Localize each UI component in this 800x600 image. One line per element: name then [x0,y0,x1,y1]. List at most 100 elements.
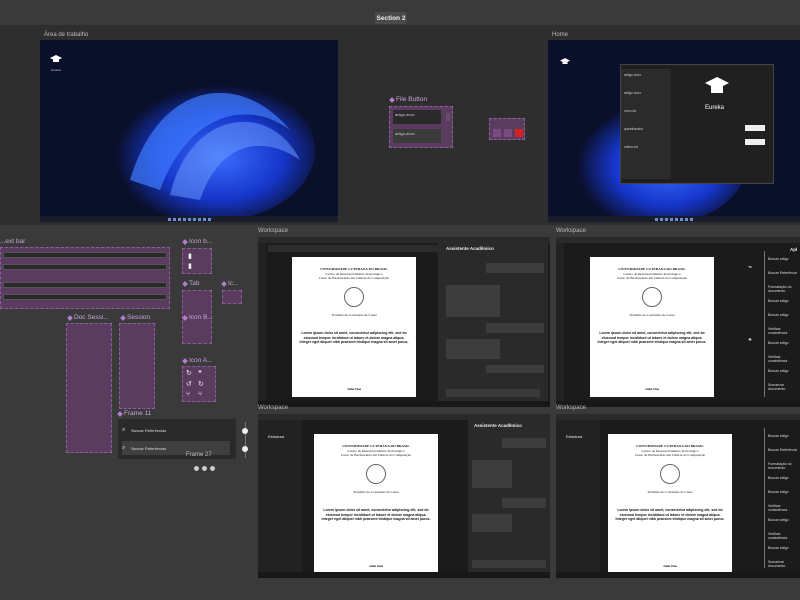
area-trabalho-frame[interactable]: Eureka [40,40,338,222]
structure-title: Estrutura [268,434,285,439]
text-toolbar[interactable] [3,282,167,288]
action-item[interactable]: Buscar artigo [768,341,789,345]
action-item[interactable]: Formatação do documento [768,462,800,470]
undo-icon[interactable]: ↺ [186,380,192,388]
list-item[interactable]: ultimo.txt [624,145,638,149]
doc-course: Curso de Bacharelado em Ciência da Compu… [340,453,412,457]
icon-button[interactable]: ▮ [188,262,192,270]
assistant-panel: Assistente Acadêmico [468,420,550,572]
structure-panel: Estrutura [258,420,302,572]
open-button[interactable] [745,125,765,131]
taskbar [556,401,800,407]
university-seal-icon [642,286,662,307]
chat-input[interactable] [446,389,540,397]
slider-thumb[interactable] [242,428,248,434]
more-icon[interactable] [446,113,450,121]
document-page: UNIVERSIDADE LUTERANA DO BRASIL Centro d… [292,257,416,397]
file-button[interactable]: artigo.docx [393,110,441,124]
home-frame[interactable]: artigo.docx artigo.docx novo.txt questio… [548,40,800,222]
refresh-icon[interactable]: ↻ [186,369,192,377]
list-item[interactable]: artigo.docx [624,73,641,77]
dot-icon[interactable] [202,466,207,471]
icon-variant[interactable] [504,129,512,137]
list-item[interactable]: questionário [624,127,643,131]
doc-author: John Doe [662,563,678,568]
action-item[interactable]: Formatação do documento [768,285,800,293]
university-seal-icon [660,463,680,484]
action-item[interactable]: Verificar consistência [768,532,800,540]
action-item[interactable]: Buscar Referência [768,271,797,275]
eureka-desktop-icon[interactable]: Eureka [50,50,62,72]
attach-icon[interactable]: ⌁ [748,263,752,271]
action-item[interactable]: Verificar consistência [768,355,800,363]
search-result[interactable]: ⌕ Buscar Referências [122,423,230,437]
assistant-title: Assistente Acadêmico [446,246,494,251]
text-toolbar[interactable] [3,264,167,270]
list-item[interactable]: novo.txt [624,109,636,113]
slider-thumb[interactable] [242,446,248,452]
action-item[interactable]: Buscar artigo [768,313,789,317]
frame-label-workspace: Workspace [556,228,586,234]
frame-label-session: Session [120,314,150,321]
file-button[interactable]: artigo.docx [393,129,441,143]
format-toolbar[interactable] [268,245,438,252]
assistant-title: Assistente Acadêmico [474,423,522,428]
workspace-frame[interactable]: UNIVERSIDADE LUTERANA DO BRASIL Centro d… [556,237,800,407]
dot-icon[interactable] [194,466,199,471]
new-button[interactable] [745,139,765,145]
workspace-frame[interactable]: Estrutura UNIVERSIDADE LUTERANA DO BRASI… [556,414,800,578]
icon-a-frame: ↻ ❝ ↺ ↻ ⑂ ⑂ [182,366,216,402]
branch-icon[interactable]: ⑂ [186,391,190,398]
action-item[interactable]: Buscar artigo [768,434,789,438]
search-result-title: Buscar Referências [131,445,167,451]
dot-icon[interactable] [210,466,215,471]
panel-title: Apl [790,247,798,252]
workspace-frame[interactable]: Estrutura UNIVERSIDADE LUTERANA DO BRASI… [258,414,550,578]
action-item[interactable]: Verificar consistência [768,327,800,335]
graduation-cap-icon [50,55,62,62]
taskbar [548,216,800,222]
icon-variants-frame [489,118,525,140]
action-item[interactable]: Sumarizar documento [768,560,800,568]
action-item[interactable]: Buscar artigo [768,257,789,261]
eureka-desktop-icon[interactable] [560,52,570,70]
frame11: ⌕ Buscar Referências ⌕ Buscar Referência… [118,419,236,459]
action-item[interactable]: Buscar artigo [768,299,789,303]
action-item[interactable]: Buscar artigo [768,490,789,494]
action-item[interactable]: Sumarizar documento [768,383,800,391]
redo-icon[interactable]: ↻ [198,380,204,388]
dot-icons [194,466,215,471]
doc-author: John Doe [644,386,660,391]
frame-label-icon-b2: Icon B... [182,314,213,321]
action-item[interactable]: Buscar Referência [768,448,797,452]
workspace-frame[interactable]: UNIVERSIDADE LUTERANA DO BRASIL Centro d… [258,237,550,407]
icon-variant[interactable] [493,129,501,137]
quote-icon[interactable]: ❝ [198,369,202,377]
frame-label-tab: Tab [182,280,199,287]
document-page: UNIVERSIDADE LUTERANA DO BRASIL Centro d… [314,434,438,574]
structure-panel: Estrutura [556,420,600,572]
file-button-frame: artigo.docx artigo.docx [389,106,453,148]
search-result[interactable]: ⌕ Buscar Referências [122,441,230,455]
chat-input[interactable] [472,560,546,568]
action-item[interactable]: Verificar consistência [768,504,800,512]
structure-title: Estrutura [566,434,583,439]
list-item[interactable]: artigo.docx [624,91,641,95]
section-2-badge[interactable]: Section 2 [375,12,407,24]
eureka-window[interactable]: artigo.docx artigo.docx novo.txt questio… [620,64,774,184]
action-item[interactable]: Buscar artigo [768,369,789,373]
icon-button[interactable]: ▮ [188,252,192,260]
action-item[interactable]: Buscar artigo [768,546,789,550]
doc-work: Trabalho de Conclusão de Curso [647,489,693,494]
action-item[interactable]: Buscar artigo [768,476,789,480]
branch-icon[interactable]: ⑂ [198,391,202,398]
frame-label-home: Home [552,32,569,38]
doc-author: John Doe [346,386,362,391]
quote-icon[interactable]: ❝ [748,337,752,345]
doc-work: Trabalho de Conclusão de Curso [629,312,675,317]
toolbar-variants [0,247,170,309]
action-item[interactable]: Buscar artigo [768,518,789,522]
text-toolbar[interactable] [3,294,167,300]
text-toolbar[interactable] [3,252,167,258]
close-icon[interactable] [515,129,523,137]
